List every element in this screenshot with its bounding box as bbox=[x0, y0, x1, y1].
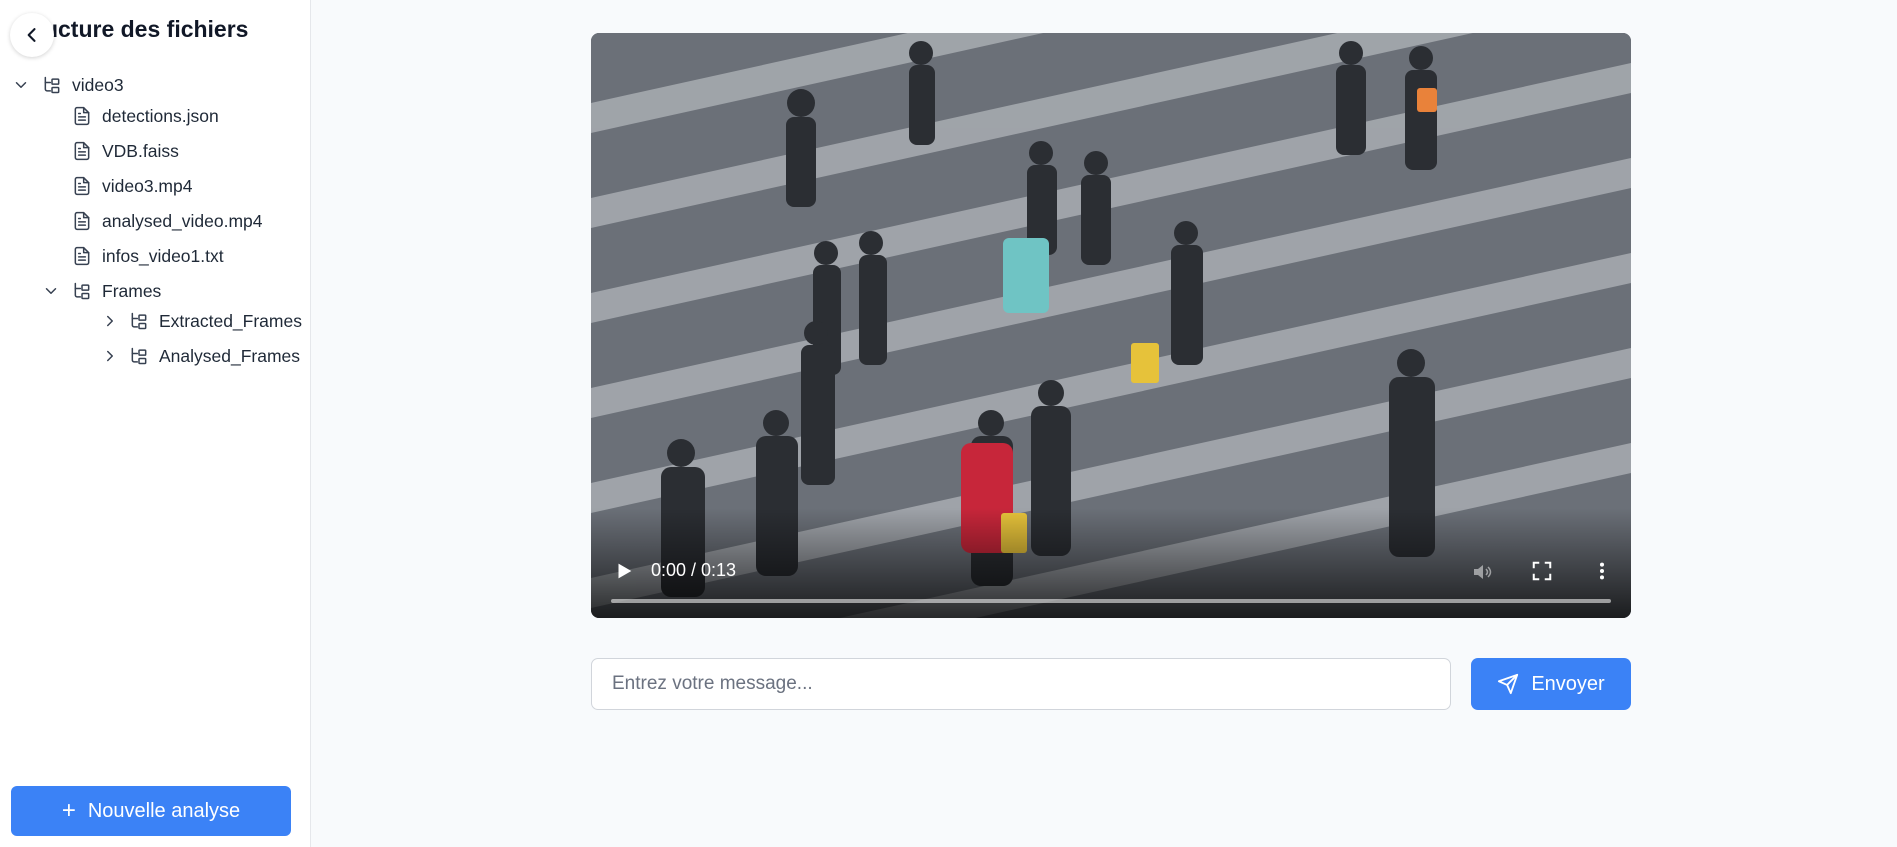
video-player[interactable]: 0:00 / 0:13 bbox=[591, 33, 1631, 618]
tree-folder-analysed-frames[interactable]: Analysed_Frames bbox=[101, 341, 300, 371]
sidebar-header: Structure des fichiers bbox=[0, 0, 311, 60]
tree-folder-frames[interactable]: Frames bbox=[42, 276, 161, 306]
tree-file-infos[interactable]: infos_video1.txt bbox=[72, 241, 224, 271]
file-sidebar: Structure des fichiers video3 detections… bbox=[0, 0, 311, 847]
volume-icon[interactable] bbox=[1471, 560, 1495, 584]
file-text-icon bbox=[72, 106, 92, 126]
folder-tree-icon bbox=[42, 75, 62, 95]
new-analysis-button[interactable]: + Nouvelle analyse bbox=[11, 786, 291, 836]
new-analysis-label: Nouvelle analyse bbox=[87, 799, 241, 822]
chevron-down-icon[interactable] bbox=[12, 76, 30, 94]
tree-file-analysed-video[interactable]: analysed_video.mp4 bbox=[72, 206, 263, 236]
video-time: 0:00 / 0:13 bbox=[651, 560, 737, 580]
message-input[interactable] bbox=[591, 658, 1451, 710]
tree-item-label: detections.json bbox=[102, 105, 219, 126]
more-options-icon[interactable] bbox=[1591, 560, 1613, 582]
tree-file-vdb[interactable]: VDB.faiss bbox=[72, 136, 179, 166]
file-text-icon bbox=[72, 176, 92, 196]
tree-folder-video3[interactable]: video3 bbox=[12, 70, 124, 100]
folder-tree-icon bbox=[129, 346, 149, 366]
tree-item-label: Frames bbox=[102, 280, 162, 301]
folder-tree-icon bbox=[72, 281, 92, 301]
file-text-icon bbox=[72, 246, 92, 266]
tree-file-video3-mp4[interactable]: video3.mp4 bbox=[72, 171, 192, 201]
tree-folder-extracted-frames[interactable]: Extracted_Frames bbox=[101, 306, 302, 336]
play-icon[interactable] bbox=[613, 560, 635, 582]
chevron-down-icon[interactable] bbox=[42, 282, 60, 300]
tree-item-label: infos_video1.txt bbox=[102, 245, 224, 266]
send-icon bbox=[1498, 673, 1519, 695]
tree-file-detections[interactable]: detections.json bbox=[72, 101, 219, 131]
tree-item-label: Extracted_Frames bbox=[159, 310, 302, 331]
fullscreen-icon[interactable] bbox=[1531, 560, 1553, 582]
collapse-sidebar-button[interactable] bbox=[10, 13, 54, 57]
sidebar-title: Structure des fichiers bbox=[12, 16, 249, 42]
send-button[interactable]: Envoyer bbox=[1471, 658, 1631, 710]
tree-item-label: Analysed_Frames bbox=[159, 345, 301, 366]
video-progress-bar[interactable] bbox=[611, 599, 1611, 603]
tree-item-label: VDB.faiss bbox=[102, 140, 179, 161]
chevron-left-icon bbox=[27, 28, 36, 42]
folder-tree-icon bbox=[129, 311, 149, 331]
tree-item-label: analysed_video.mp4 bbox=[102, 210, 263, 231]
plus-icon: + bbox=[61, 797, 76, 824]
chevron-right-icon[interactable] bbox=[101, 312, 119, 330]
tree-item-label: video3 bbox=[72, 74, 124, 95]
file-text-icon bbox=[72, 211, 92, 231]
file-text-icon bbox=[72, 141, 92, 161]
chevron-right-icon[interactable] bbox=[101, 347, 119, 365]
video-controls: 0:00 / 0:13 bbox=[591, 508, 1631, 618]
send-label: Envoyer bbox=[1531, 672, 1605, 695]
tree-item-label: video3.mp4 bbox=[102, 175, 193, 196]
